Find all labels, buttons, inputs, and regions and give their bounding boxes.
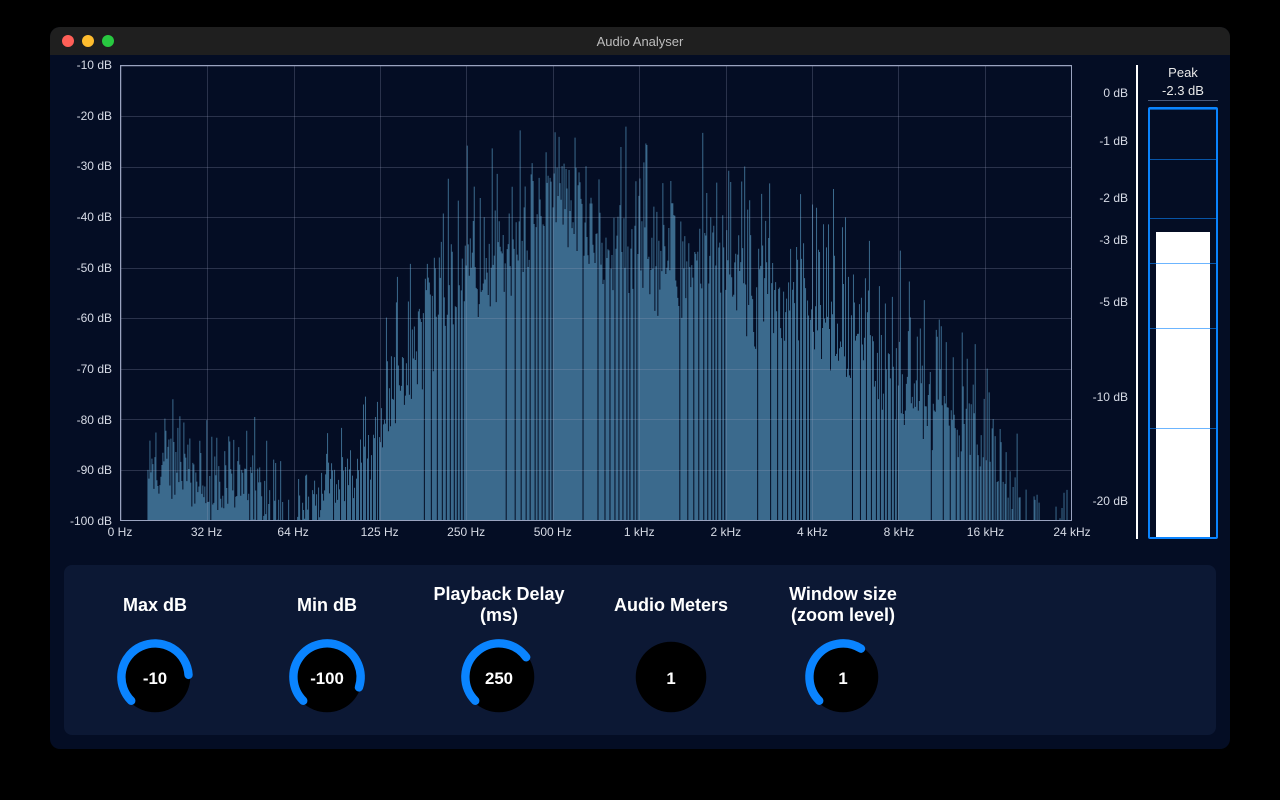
titlebar: Audio Analyser [50,27,1230,55]
x-tick-label: 16 kHz [967,525,1004,539]
knob-dial[interactable]: 1 [801,635,885,719]
meter-tick-label: 0 dB [1103,86,1128,100]
y-tick-label: -50 dB [77,261,112,275]
meter-tick-label: -1 dB [1099,134,1128,148]
knob-label: Max dB [123,581,187,629]
spectrum-plot-area[interactable] [120,65,1072,521]
zoom-icon[interactable] [102,35,114,47]
meter-header: Peak [1148,65,1218,83]
controls-panel: Max dB -10 Min dB -100 Playback Delay (ms) 25… [64,565,1216,735]
knob-dial[interactable]: -100 [285,635,369,719]
meter-scale: 0 dB -1 dB -2 dB -3 dB -5 dB -10 dB -20 dB [1074,65,1134,539]
meter-peak-value: -2.3 dB [1148,83,1218,101]
x-tick-label: 125 Hz [361,525,399,539]
meter-bar[interactable] [1148,107,1218,539]
x-tick-label: 32 Hz [191,525,222,539]
knob-label: Audio Meters [614,581,728,629]
y-tick-label: -90 dB [77,463,112,477]
y-tick-label: -30 dB [77,159,112,173]
meter-axis-line [1136,65,1138,539]
x-tick-label: 64 Hz [277,525,308,539]
y-tick-label: -40 dB [77,210,112,224]
knob-min-db: Min dB -100 [256,581,398,719]
app-window: Audio Analyser -10 dB-20 dB-30 dB-40 dB-… [50,27,1230,749]
y-tick-label: -100 dB [70,514,112,528]
spectrum-y-axis: -10 dB-20 dB-30 dB-40 dB-50 dB-60 dB-70 … [60,65,120,521]
window-controls [62,35,114,47]
meter-tick-label: -20 dB [1093,494,1128,508]
y-tick-label: -70 dB [77,362,112,376]
x-tick-label: 0 Hz [108,525,133,539]
y-tick-label: -20 dB [77,109,112,123]
knob-dial[interactable]: 1 [629,635,713,719]
y-tick-label: -10 dB [77,58,112,72]
knob-audio-meters: Audio Meters 1 [600,581,742,719]
meter-tick-label: -10 dB [1093,390,1128,404]
x-tick-label: 250 Hz [447,525,485,539]
knob-label: Playback Delay (ms) [428,581,570,629]
knob-value: 1 [666,669,675,688]
minimize-icon[interactable] [82,35,94,47]
spectrum-x-axis: 0 Hz32 Hz64 Hz125 Hz250 Hz500 Hz1 kHz2 k… [120,521,1072,545]
x-tick-label: 500 Hz [534,525,572,539]
knob-dial[interactable]: -10 [113,635,197,719]
meter-column: Peak -2.3 dB [1148,65,1218,539]
x-tick-label: 1 kHz [624,525,655,539]
x-tick-label: 2 kHz [710,525,741,539]
meter-tick-label: -5 dB [1099,295,1128,309]
spectrum-analyzer: -10 dB-20 dB-30 dB-40 dB-50 dB-60 dB-70 … [60,65,1072,545]
close-icon[interactable] [62,35,74,47]
knob-value: 1 [838,669,847,688]
knob-dial[interactable]: 250 [457,635,541,719]
y-tick-label: -80 dB [77,413,112,427]
knob-value: 250 [485,669,513,688]
knob-value: -10 [143,669,167,688]
knob-window-size-zoom-level: Window size (zoom level) 1 [772,581,914,719]
meter-fill [1156,232,1210,537]
chart-region: -10 dB -20 dB -30 dB -40 dB -50 dB -60 dB -70 … [50,55,1230,549]
meter-tick-label: -3 dB [1099,233,1128,247]
knob-value: -100 [310,669,344,688]
window-title: Audio Analyser [50,34,1230,49]
peak-meter: 0 dB -1 dB -2 dB -3 dB -5 dB -10 dB -20 dB Pea… [1074,65,1218,539]
knob-label: Window size (zoom level) [772,581,914,629]
content: -10 dB -20 dB -30 dB -40 dB -50 dB -60 dB -70 … [50,55,1230,749]
knob-label: Min dB [297,581,357,629]
meter-tick-label: -2 dB [1099,191,1128,205]
knob-playback-delay-ms: Playback Delay (ms) 250 [428,581,570,719]
y-tick-label: -60 dB [77,311,112,325]
x-tick-label: 8 kHz [884,525,915,539]
x-tick-label: 4 kHz [797,525,828,539]
knob-max-db: Max dB -10 [84,581,226,719]
